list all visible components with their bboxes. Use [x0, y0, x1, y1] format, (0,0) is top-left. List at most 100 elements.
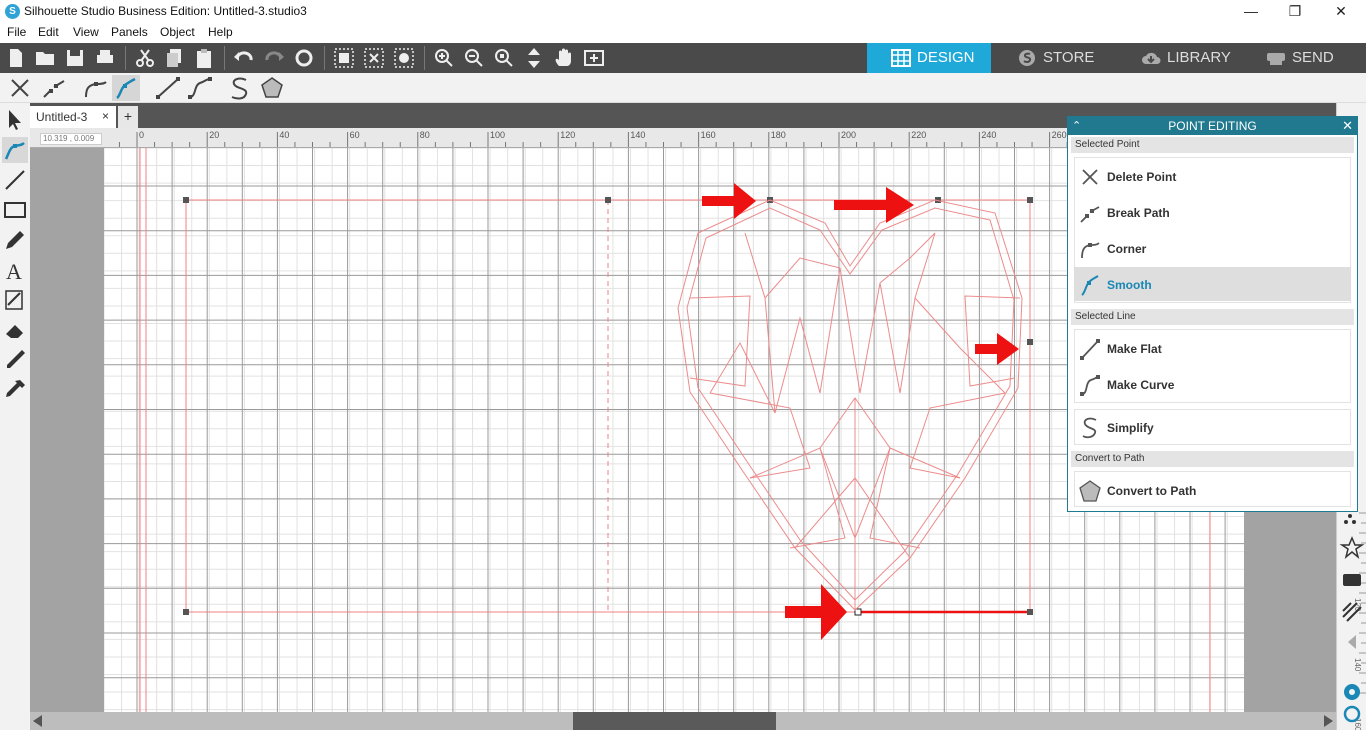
menu-view[interactable]: View: [73, 25, 99, 39]
star-shapes-icon[interactable]: [1339, 535, 1365, 561]
main-toolbar: DESIGN STORE LIBRARY SEND: [0, 43, 1366, 73]
smooth-icon: [1081, 275, 1099, 296]
convert-to-path-button[interactable]: Convert to Path: [1074, 473, 1351, 507]
close-panel-icon[interactable]: ✕: [1342, 117, 1353, 135]
smooth-button[interactable]: Smooth: [1074, 267, 1351, 301]
ruler-label: 80: [420, 130, 430, 140]
texture-fill-icon[interactable]: [1339, 599, 1365, 625]
save-icon[interactable]: [63, 46, 87, 70]
minimize-button[interactable]: —: [1228, 0, 1274, 24]
select-arrow-icon[interactable]: [2, 107, 28, 133]
break-path-tool-icon[interactable]: [40, 75, 68, 101]
copy-icon[interactable]: [163, 46, 187, 70]
make-flat-icon: [1080, 339, 1100, 360]
text-tool-icon[interactable]: A: [2, 257, 28, 284]
send-to-cutter-icon[interactable]: [1339, 567, 1365, 593]
point-edit-toolbar: [0, 73, 1366, 103]
redo-icon[interactable]: [262, 46, 286, 70]
close-tab-icon[interactable]: ×: [102, 109, 109, 123]
tab-store[interactable]: STORE: [993, 43, 1117, 73]
section-selected-point: Selected Point: [1071, 137, 1354, 153]
deselect-icon[interactable]: [362, 46, 386, 70]
left-tool-palette: A: [0, 103, 30, 730]
corner-tool-icon[interactable]: [82, 75, 110, 101]
menu-file[interactable]: File: [7, 25, 26, 39]
select-all-icon[interactable]: [332, 46, 356, 70]
delete-point-tool-icon[interactable]: [6, 75, 34, 101]
simplify-button[interactable]: Simplify: [1074, 410, 1351, 444]
smooth-tool-icon[interactable]: [112, 75, 140, 101]
select-by-color-icon[interactable]: [392, 46, 416, 70]
make-flat-button[interactable]: Make Flat: [1074, 331, 1351, 365]
corner-icon: [1081, 242, 1100, 259]
add-page-icon[interactable]: [582, 46, 606, 70]
paste-clipboard-icon[interactable]: [192, 46, 216, 70]
cut-scissors-icon[interactable]: [133, 46, 157, 70]
simplify-tool-icon[interactable]: [226, 75, 254, 101]
scroll-right-icon[interactable]: [1324, 715, 1333, 727]
collapse-left-icon[interactable]: [1339, 629, 1365, 655]
ruler-label: 220: [911, 130, 926, 140]
fit-to-page-icon[interactable]: [522, 46, 546, 70]
convert-to-path-tool-icon[interactable]: [258, 75, 286, 101]
ruler-label: 160: [701, 130, 716, 140]
make-curve-tool-icon[interactable]: [186, 75, 214, 101]
section-selected-line: Selected Line: [1071, 309, 1354, 325]
panel-title: POINT EDITING: [1168, 119, 1257, 133]
eraser-tool-icon[interactable]: [2, 317, 28, 343]
break-path-button[interactable]: Break Path: [1074, 195, 1351, 229]
redraw-refresh-icon[interactable]: [292, 46, 316, 70]
title-bar: S Silhouette Studio Business Edition: Un…: [0, 0, 1366, 24]
rectangle-tool-icon[interactable]: [2, 197, 28, 223]
menu-edit[interactable]: Edit: [38, 25, 59, 39]
draw-shapes-icon[interactable]: [2, 287, 28, 313]
ruler-label: 40: [279, 130, 289, 140]
make-curve-icon: [1080, 375, 1100, 396]
zoom-selected-icon[interactable]: [492, 46, 516, 70]
make-flat-tool-icon[interactable]: [154, 75, 182, 101]
point-edit-tool-icon[interactable]: [2, 137, 28, 163]
scroll-left-icon[interactable]: [33, 715, 42, 727]
scrollbar-thumb[interactable]: [573, 712, 776, 730]
tab-library[interactable]: LIBRARY: [1117, 43, 1241, 73]
menu-help[interactable]: Help: [208, 25, 233, 39]
open-folder-icon[interactable]: [33, 46, 57, 70]
pencil-draw-tool-icon[interactable]: [2, 227, 28, 253]
close-window-button[interactable]: ✕: [1318, 0, 1364, 24]
break-path-icon: [1080, 206, 1100, 223]
knife-tool-icon[interactable]: [2, 347, 28, 373]
tab-untitled-3[interactable]: Untitled-3 ×: [30, 106, 116, 128]
corner-button[interactable]: Corner: [1074, 231, 1351, 265]
pan-hand-icon[interactable]: [552, 46, 576, 70]
zoom-in-icon[interactable]: [432, 46, 456, 70]
eyedropper-tool-icon[interactable]: [2, 377, 28, 403]
menu-panels[interactable]: Panels: [111, 25, 148, 39]
silhouette-s-icon: [1019, 50, 1035, 66]
sync-icon[interactable]: [1339, 701, 1365, 727]
ruler-label: 240: [981, 130, 996, 140]
make-curve-button[interactable]: Make Curve: [1074, 367, 1351, 401]
convert-to-path-icon: [1079, 480, 1101, 502]
ruler-label: 100: [490, 130, 505, 140]
maximize-button[interactable]: ❐: [1272, 0, 1318, 24]
cursor-coordinates: 10.319 , 0.009: [40, 133, 102, 145]
new-file-icon[interactable]: [4, 46, 28, 70]
print-icon[interactable]: [93, 46, 117, 70]
ruler-label: 120: [560, 130, 575, 140]
ruler-label: 20: [209, 130, 219, 140]
menu-object[interactable]: Object: [160, 25, 195, 39]
add-tab-button[interactable]: +: [118, 106, 138, 128]
geometric-heart-shape[interactable]: [677, 199, 1023, 611]
zoom-out-icon[interactable]: [462, 46, 486, 70]
undo-icon[interactable]: [232, 46, 256, 70]
vruler-tick-140: 140: [1353, 658, 1362, 672]
collapse-panel-icon[interactable]: ⌃: [1072, 117, 1081, 135]
ruler-label: 0: [139, 130, 144, 140]
cloud-icon: [1142, 52, 1161, 64]
delete-point-button[interactable]: Delete Point: [1074, 159, 1351, 193]
horizontal-scrollbar[interactable]: [30, 712, 1336, 730]
line-tool-icon[interactable]: [2, 167, 28, 193]
tab-design[interactable]: DESIGN: [867, 43, 991, 73]
ruler-label: 140: [630, 130, 645, 140]
tab-send[interactable]: SEND: [1242, 43, 1366, 73]
